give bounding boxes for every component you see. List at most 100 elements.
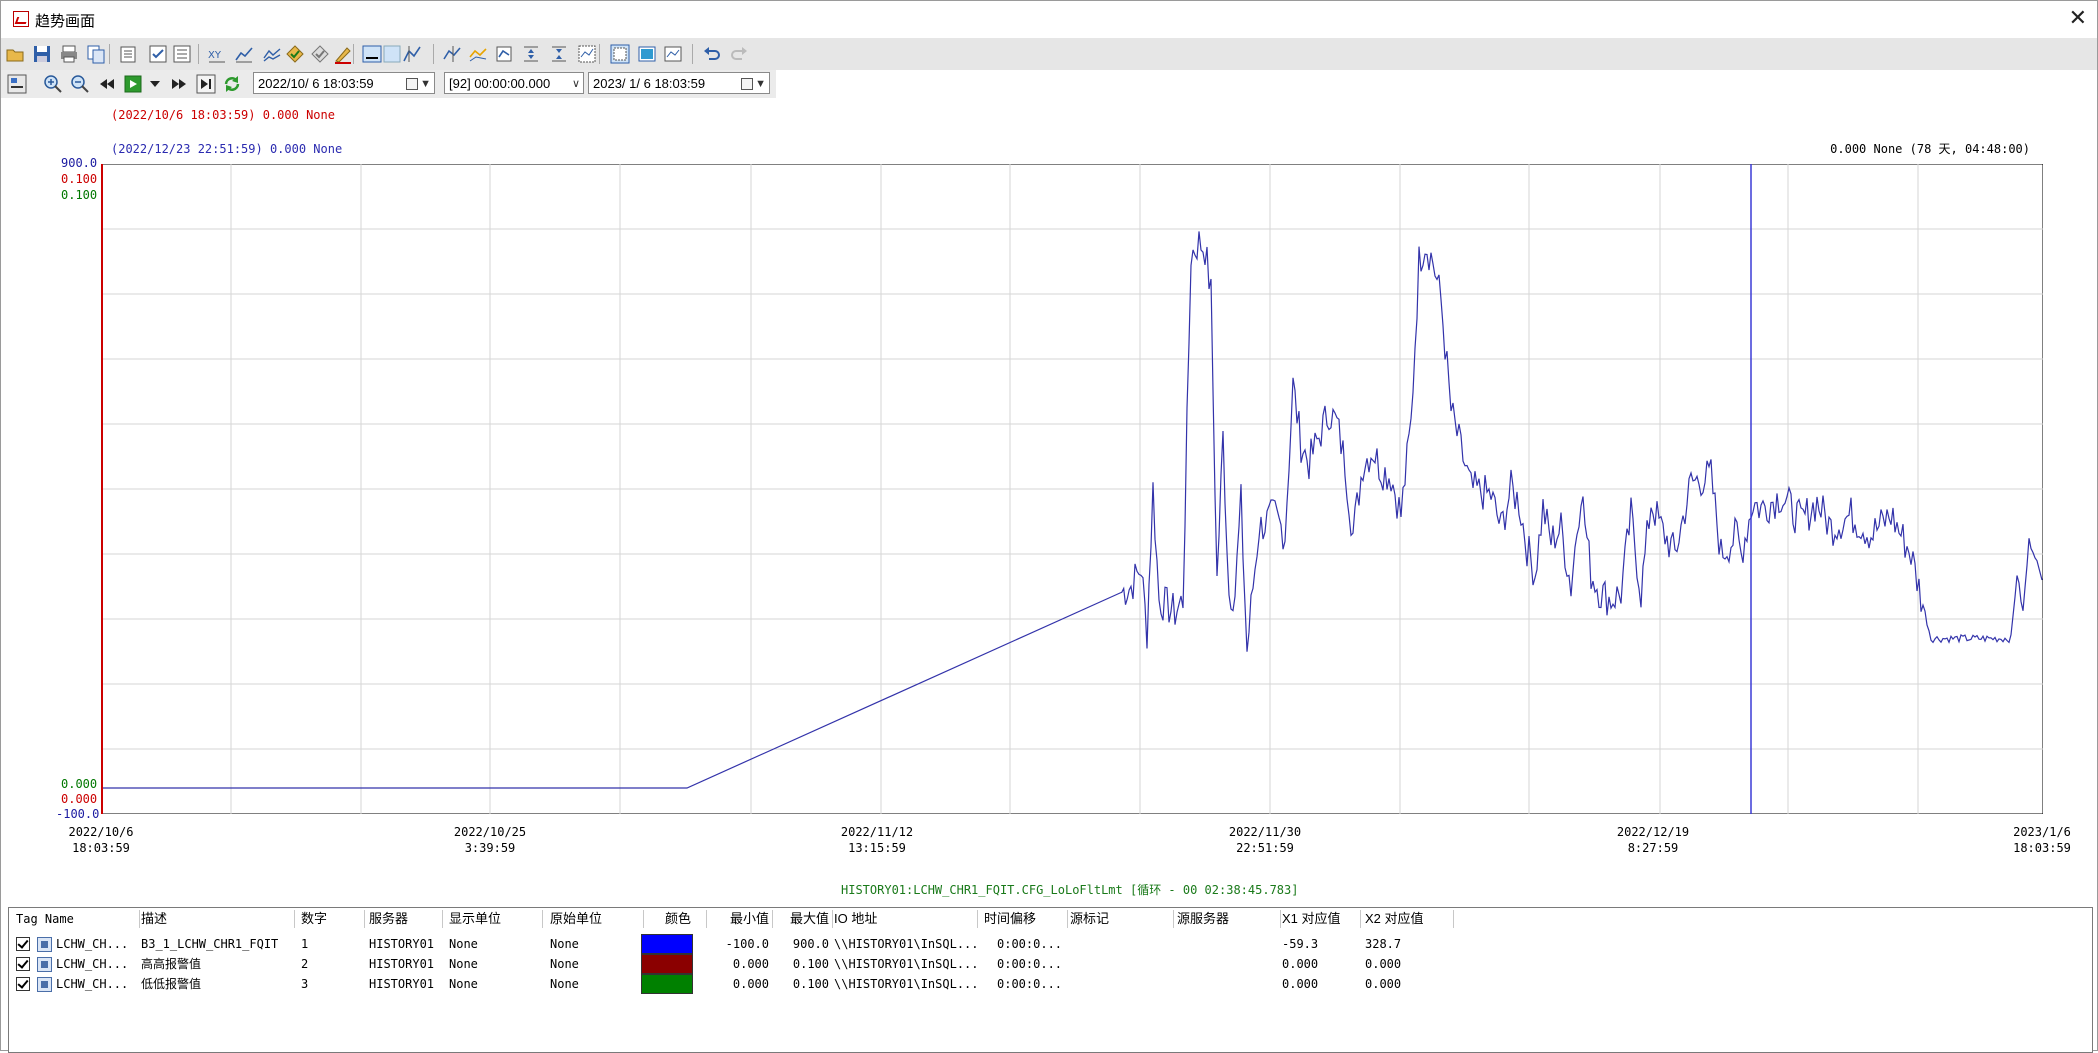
end-time-picker[interactable]: 2023/ 1/ 6 18:03:59 ▼ — [588, 72, 770, 94]
description-cell: 高高报警值 — [141, 957, 202, 971]
duration-select[interactable]: [92] 00:00:00.000 ∨ — [444, 72, 584, 94]
zoom-box-icon[interactable] — [520, 43, 542, 65]
copy-icon[interactable] — [85, 43, 107, 65]
column-divider[interactable] — [139, 910, 140, 928]
column-header[interactable]: 源标记 — [1070, 908, 1170, 930]
frame-icon[interactable] — [381, 43, 403, 65]
adjust-icon[interactable] — [548, 43, 570, 65]
fast-forward-icon[interactable] — [168, 73, 190, 95]
snapshot-icon[interactable] — [662, 43, 684, 65]
column-divider[interactable] — [832, 910, 833, 928]
play-icon[interactable] — [122, 73, 144, 95]
compress-icon[interactable] — [576, 43, 598, 65]
zoom-out-icon[interactable] — [69, 73, 91, 95]
start-time-picker[interactable]: 2022/10/ 6 18:03:59 ▼ — [253, 72, 435, 94]
min-value-cell: 0.000 — [732, 957, 769, 971]
column-divider[interactable] — [1453, 910, 1454, 928]
x-label-time: 18:03:59 — [2013, 841, 2071, 855]
column-header[interactable]: 颜色 — [653, 908, 703, 930]
row-checkbox[interactable] — [16, 957, 30, 971]
chevron-down-icon[interactable]: ▼ — [755, 73, 766, 93]
column-divider[interactable] — [1360, 910, 1361, 928]
fill-icon[interactable] — [401, 43, 423, 65]
column-divider[interactable] — [364, 910, 365, 928]
time-offset-cell: 0:00:0... — [997, 937, 1063, 951]
x-axis-label: 2022/10/25 3:39:59 — [430, 824, 550, 856]
column-divider[interactable] — [643, 910, 644, 928]
cursor-b-icon[interactable] — [467, 43, 489, 65]
calendar-icon[interactable] — [741, 78, 753, 90]
column-header[interactable]: 数字 — [301, 908, 361, 930]
y-blue-top: 900.0 — [61, 156, 98, 170]
rewind-icon[interactable] — [96, 73, 118, 95]
cursor-a-icon[interactable] — [441, 43, 463, 65]
column-header[interactable]: X2 对应值 — [1365, 908, 1450, 930]
x-label-date: 2022/10/6 — [68, 825, 134, 839]
timebar-toggle-icon[interactable] — [6, 73, 28, 95]
calendar-icon[interactable] — [406, 78, 418, 90]
y-green-top: 0.100 — [61, 188, 98, 202]
line-chart-icon[interactable] — [261, 43, 283, 65]
go-end-icon[interactable] — [195, 73, 217, 95]
alarm-tag-icon[interactable] — [309, 43, 331, 65]
color-swatch[interactable] — [641, 934, 693, 954]
column-divider[interactable] — [442, 910, 443, 928]
row-checkbox[interactable] — [16, 977, 30, 991]
table-row[interactable]: LCHW_CH... B3_1_LCHW_CHR1_FQIT 1 HISTORY01 N… — [9, 934, 1449, 954]
pen-icon[interactable] — [361, 43, 383, 65]
column-divider[interactable] — [772, 910, 773, 928]
zoom-in-icon[interactable] — [42, 73, 64, 95]
column-divider[interactable] — [1280, 910, 1281, 928]
column-header[interactable]: 时间偏移 — [984, 908, 1064, 930]
io-address-cell: \\HISTORY01\InSQL... — [834, 977, 979, 991]
title-bar: 趋势画面 ✕ — [1, 1, 2097, 37]
column-header[interactable]: Tag Name — [16, 908, 136, 930]
column-divider[interactable] — [542, 910, 543, 928]
column-header[interactable]: 原始单位 — [550, 908, 640, 930]
properties-icon[interactable] — [147, 43, 169, 65]
cursor-c-icon[interactable] — [493, 43, 515, 65]
raw-unit-cell: None — [550, 937, 579, 951]
play-dropdown-icon[interactable] — [144, 73, 166, 95]
undo-icon[interactable] — [701, 43, 723, 65]
tag-check-icon[interactable] — [332, 43, 354, 65]
row-checkbox[interactable] — [16, 937, 30, 951]
close-button[interactable]: ✕ — [2069, 5, 2087, 31]
trend-plot[interactable] — [101, 164, 2043, 814]
multi-chart-icon[interactable] — [284, 43, 306, 65]
color-swatch[interactable] — [641, 954, 693, 974]
open-icon[interactable] — [4, 43, 26, 65]
column-divider[interactable] — [1173, 910, 1174, 928]
print-icon[interactable] — [58, 43, 80, 65]
column-header[interactable]: IO 地址 — [834, 908, 974, 930]
column-header[interactable]: 最小值 — [709, 908, 769, 930]
column-header[interactable]: X1 对应值 — [1282, 908, 1357, 930]
tag-type-icon — [37, 977, 52, 992]
column-header[interactable]: 服务器 — [369, 908, 439, 930]
column-divider[interactable] — [706, 910, 707, 928]
x-label-time: 3:39:59 — [464, 841, 516, 855]
select-icon[interactable] — [609, 43, 631, 65]
column-header[interactable]: 显示单位 — [449, 908, 539, 930]
list-icon[interactable]: XY — [206, 43, 228, 65]
refresh-icon[interactable] — [221, 73, 243, 95]
column-divider[interactable] — [1067, 910, 1068, 928]
column-header[interactable]: 描述 — [141, 908, 291, 930]
chevron-down-icon[interactable]: ▼ — [420, 73, 431, 93]
column-header[interactable]: 最大值 — [774, 908, 829, 930]
column-divider[interactable] — [977, 910, 978, 928]
chevron-down-icon[interactable]: ∨ — [572, 73, 580, 93]
save-icon[interactable] — [31, 43, 53, 65]
export-icon[interactable] — [118, 43, 140, 65]
column-header[interactable]: 源服务器 — [1177, 908, 1277, 930]
max-value-cell: 0.100 — [792, 957, 829, 971]
redo-icon[interactable] — [728, 43, 750, 65]
column-divider[interactable] — [294, 910, 295, 928]
check-icon[interactable] — [171, 43, 193, 65]
color-swatch[interactable] — [641, 974, 693, 994]
table-row[interactable]: LCHW_CH... 低低报警值 3 HISTORY01 None None 0.000 0.… — [9, 974, 1449, 994]
table-row[interactable]: LCHW_CH... 高高报警值 2 HISTORY01 None None 0.000 0.… — [9, 954, 1449, 974]
grid-view-icon[interactable] — [636, 43, 658, 65]
number-cell: 2 — [301, 957, 309, 971]
xy-plot-icon[interactable] — [233, 43, 255, 65]
